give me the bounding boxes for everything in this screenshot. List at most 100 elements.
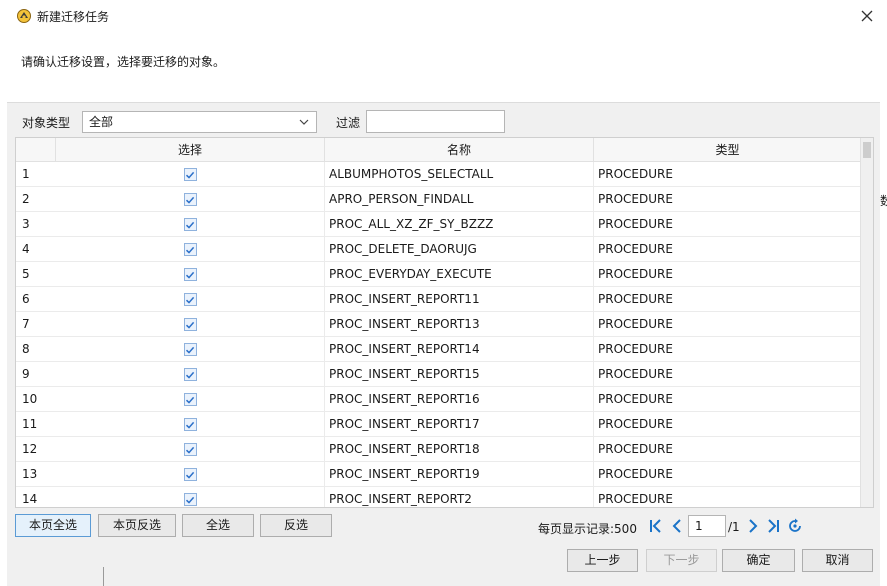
row-select-cell bbox=[56, 437, 325, 462]
object-type: PROCEDURE bbox=[598, 492, 673, 506]
object-type: PROCEDURE bbox=[598, 367, 673, 381]
table-row[interactable]: 5 PROC_EVERYDAY_EXECUTE PROCEDURE bbox=[16, 262, 861, 287]
object-type-label: 对象类型 bbox=[22, 116, 71, 130]
filter-label: 过滤 bbox=[336, 116, 361, 130]
object-name: PROC_INSERT_REPORT11 bbox=[325, 287, 594, 312]
object-type-value: 全部 bbox=[89, 115, 114, 129]
select-all-button[interactable]: 全选 bbox=[182, 514, 254, 537]
checkmark-icon bbox=[185, 371, 195, 379]
object-type: PROCEDURE bbox=[598, 217, 673, 231]
table-row[interactable]: 2 APRO_PERSON_FINDALL PROCEDURE bbox=[16, 187, 861, 212]
row-select-cell bbox=[56, 412, 325, 437]
row-checkbox[interactable] bbox=[183, 393, 197, 406]
select-page-button[interactable]: 本页全选 bbox=[15, 514, 91, 537]
checkmark-icon bbox=[185, 246, 195, 254]
table-row[interactable]: 8 PROC_INSERT_REPORT14 PROCEDURE bbox=[16, 337, 861, 362]
object-type: PROCEDURE bbox=[598, 242, 673, 256]
object-type: PROCEDURE bbox=[598, 192, 673, 206]
total-pages: /1 bbox=[728, 520, 740, 534]
close-icon bbox=[861, 10, 873, 22]
row-select-cell bbox=[56, 312, 325, 337]
row-checkbox[interactable] bbox=[183, 468, 197, 481]
ok-button[interactable]: 确定 bbox=[722, 549, 795, 572]
table-row[interactable]: 14 PROC_INSERT_REPORT2 PROCEDURE bbox=[16, 487, 861, 507]
next-page-icon[interactable] bbox=[745, 518, 761, 534]
object-type: PROCEDURE bbox=[598, 342, 673, 356]
refresh-icon[interactable] bbox=[787, 518, 803, 534]
row-select-cell bbox=[56, 362, 325, 387]
vertical-scrollbar[interactable] bbox=[860, 138, 873, 507]
object-type-select[interactable]: 全部 bbox=[82, 111, 317, 133]
row-checkbox[interactable] bbox=[183, 493, 197, 506]
page-number-input[interactable]: 1 bbox=[688, 515, 726, 537]
checkmark-icon bbox=[185, 471, 195, 479]
object-type: PROCEDURE bbox=[598, 442, 673, 456]
checkmark-icon bbox=[185, 296, 195, 304]
chevron-down-icon bbox=[299, 119, 309, 125]
last-page-icon[interactable] bbox=[765, 518, 781, 534]
invert-all-button[interactable]: 反选 bbox=[260, 514, 332, 537]
header-name[interactable]: 名称 bbox=[325, 138, 594, 162]
close-button[interactable] bbox=[857, 6, 877, 26]
row-checkbox[interactable] bbox=[183, 168, 197, 181]
table-row[interactable]: 6 PROC_INSERT_REPORT11 PROCEDURE bbox=[16, 287, 861, 312]
table-row[interactable]: 7 PROC_INSERT_REPORT13 PROCEDURE bbox=[16, 312, 861, 337]
row-checkbox[interactable] bbox=[183, 443, 197, 456]
row-checkbox[interactable] bbox=[183, 293, 197, 306]
checkmark-icon bbox=[185, 221, 195, 229]
row-checkbox[interactable] bbox=[183, 343, 197, 356]
previous-step-button[interactable]: 上一步 bbox=[567, 549, 638, 572]
row-select-cell bbox=[56, 487, 325, 507]
checkmark-icon bbox=[185, 271, 195, 279]
row-select-cell bbox=[56, 212, 325, 237]
per-page-label: 每页显示记录:500 bbox=[538, 520, 637, 537]
title-bar: 新建迁移任务 bbox=[0, 0, 887, 32]
row-select-cell bbox=[56, 262, 325, 287]
invert-page-button[interactable]: 本页反选 bbox=[98, 514, 176, 537]
background-divider bbox=[103, 567, 104, 586]
row-select-cell bbox=[56, 462, 325, 487]
table-row[interactable]: 9 PROC_INSERT_REPORT15 PROCEDURE bbox=[16, 362, 861, 387]
table-row[interactable]: 12 PROC_INSERT_REPORT18 PROCEDURE bbox=[16, 437, 861, 462]
row-checkbox[interactable] bbox=[183, 418, 197, 431]
row-checkbox[interactable] bbox=[183, 318, 197, 331]
previous-page-icon[interactable] bbox=[669, 518, 685, 534]
filter-input[interactable] bbox=[366, 110, 505, 133]
object-type: PROCEDURE bbox=[598, 467, 673, 481]
row-select-cell bbox=[56, 187, 325, 212]
checkmark-icon bbox=[185, 446, 195, 454]
row-checkbox[interactable] bbox=[183, 268, 197, 281]
header-type[interactable]: 类型 bbox=[594, 138, 861, 162]
object-name: PROC_INSERT_REPORT13 bbox=[325, 312, 594, 337]
tasks-icon bbox=[16, 8, 32, 24]
cancel-button[interactable]: 取消 bbox=[802, 549, 873, 572]
per-page-value: 500 bbox=[614, 522, 637, 536]
table-row[interactable]: 11 PROC_INSERT_REPORT17 PROCEDURE bbox=[16, 412, 861, 437]
table-row[interactable]: 1 ALBUMPHOTOS_SELECTALL PROCEDURE bbox=[16, 162, 861, 187]
table-row[interactable]: 10 PROC_INSERT_REPORT16 PROCEDURE bbox=[16, 387, 861, 412]
header-row-number bbox=[16, 138, 56, 162]
first-page-icon[interactable] bbox=[648, 518, 664, 534]
row-checkbox[interactable] bbox=[183, 193, 197, 206]
instruction-text: 请确认迁移设置，选择要迁移的对象。 bbox=[21, 55, 226, 69]
row-select-cell bbox=[56, 387, 325, 412]
object-name: ALBUMPHOTOS_SELECTALL bbox=[325, 162, 594, 187]
table-row[interactable]: 3 PROC_ALL_XZ_ZF_SY_BZZZ PROCEDURE bbox=[16, 212, 861, 237]
row-select-cell bbox=[56, 162, 325, 187]
row-checkbox[interactable] bbox=[183, 243, 197, 256]
row-checkbox[interactable] bbox=[183, 218, 197, 231]
scrollbar-thumb[interactable] bbox=[863, 142, 871, 158]
row-select-cell bbox=[56, 287, 325, 312]
header-select[interactable]: 选择 bbox=[56, 138, 325, 162]
table-row[interactable]: 13 PROC_INSERT_REPORT19 PROCEDURE bbox=[16, 462, 861, 487]
next-step-button[interactable]: 下一步 bbox=[646, 549, 717, 572]
table-header: 选择 名称 类型 bbox=[16, 138, 861, 162]
object-type: PROCEDURE bbox=[598, 167, 673, 181]
object-type: PROCEDURE bbox=[598, 417, 673, 431]
checkmark-icon bbox=[185, 496, 195, 504]
object-type: PROCEDURE bbox=[598, 292, 673, 306]
object-name: APRO_PERSON_FINDALL bbox=[325, 187, 594, 212]
objects-table: 选择 名称 类型 1 ALBUMPHOTOS_SELECTALL PROCEDURE… bbox=[15, 137, 874, 508]
row-checkbox[interactable] bbox=[183, 368, 197, 381]
table-row[interactable]: 4 PROC_DELETE_DAORUJG PROCEDURE bbox=[16, 237, 861, 262]
